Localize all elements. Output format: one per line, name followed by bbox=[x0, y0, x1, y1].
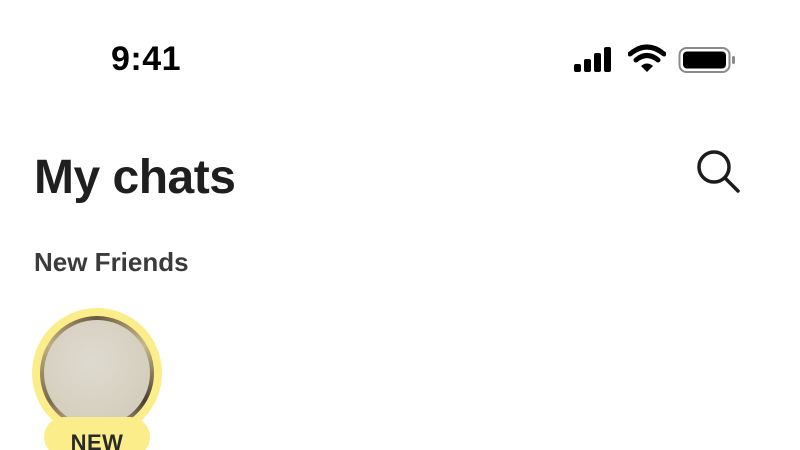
search-button[interactable] bbox=[694, 148, 744, 196]
wifi-icon bbox=[628, 44, 666, 72]
status-time: 9:41 bbox=[111, 40, 182, 78]
new-friends-label: New Friends bbox=[34, 247, 189, 277]
avatar-photo bbox=[44, 320, 150, 426]
battery-icon bbox=[678, 47, 735, 73]
page-title: My chats bbox=[34, 151, 236, 204]
cellular-signal-icon bbox=[574, 47, 611, 72]
search-icon bbox=[697, 150, 740, 193]
new-badge: NEW bbox=[44, 417, 150, 450]
my-chats-screen: 9:41 My chats New Friends NEW bbox=[0, 0, 800, 450]
